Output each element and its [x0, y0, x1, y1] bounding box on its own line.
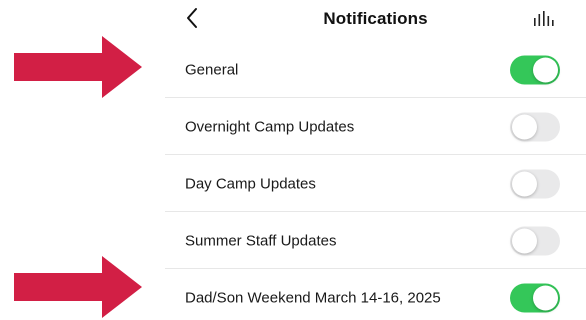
setting-label: Overnight Camp Updates	[185, 118, 355, 135]
toggle-overnight-camp[interactable]	[510, 112, 560, 141]
toggle-dad-son-weekend[interactable]	[510, 283, 560, 312]
setting-row-overnight-camp: Overnight Camp Updates	[165, 98, 586, 155]
toggle-knob	[512, 114, 537, 139]
setting-row-general: General	[165, 41, 586, 98]
nav-bar: Notifications	[165, 0, 586, 40]
setting-row-day-camp: Day Camp Updates	[165, 155, 586, 212]
setting-row-dad-son-weekend: Dad/Son Weekend March 14-16, 2025	[165, 269, 586, 320]
setting-row-summer-staff: Summer Staff Updates	[165, 212, 586, 269]
setting-label: Summer Staff Updates	[185, 232, 337, 249]
toggle-knob	[512, 228, 537, 253]
toggle-knob	[512, 171, 537, 196]
toggle-general[interactable]	[510, 55, 560, 84]
annotation-arrow-icon	[14, 256, 142, 318]
bars-icon	[534, 11, 554, 26]
bars-button[interactable]	[531, 8, 555, 30]
page-title: Notifications	[323, 9, 428, 28]
annotation-arrow-icon	[14, 36, 142, 98]
setting-label: General	[185, 61, 239, 78]
toggle-knob	[533, 285, 558, 310]
toggle-knob	[533, 57, 558, 82]
screenshot-canvas: Notifications General Overnight Camp Upd…	[0, 0, 586, 320]
setting-label: Dad/Son Weekend March 14-16, 2025	[185, 289, 441, 306]
notifications-panel: Notifications General Overnight Camp Upd…	[165, 0, 586, 320]
toggle-day-camp[interactable]	[510, 169, 560, 198]
toggle-summer-staff[interactable]	[510, 226, 560, 255]
setting-label: Day Camp Updates	[185, 175, 316, 192]
